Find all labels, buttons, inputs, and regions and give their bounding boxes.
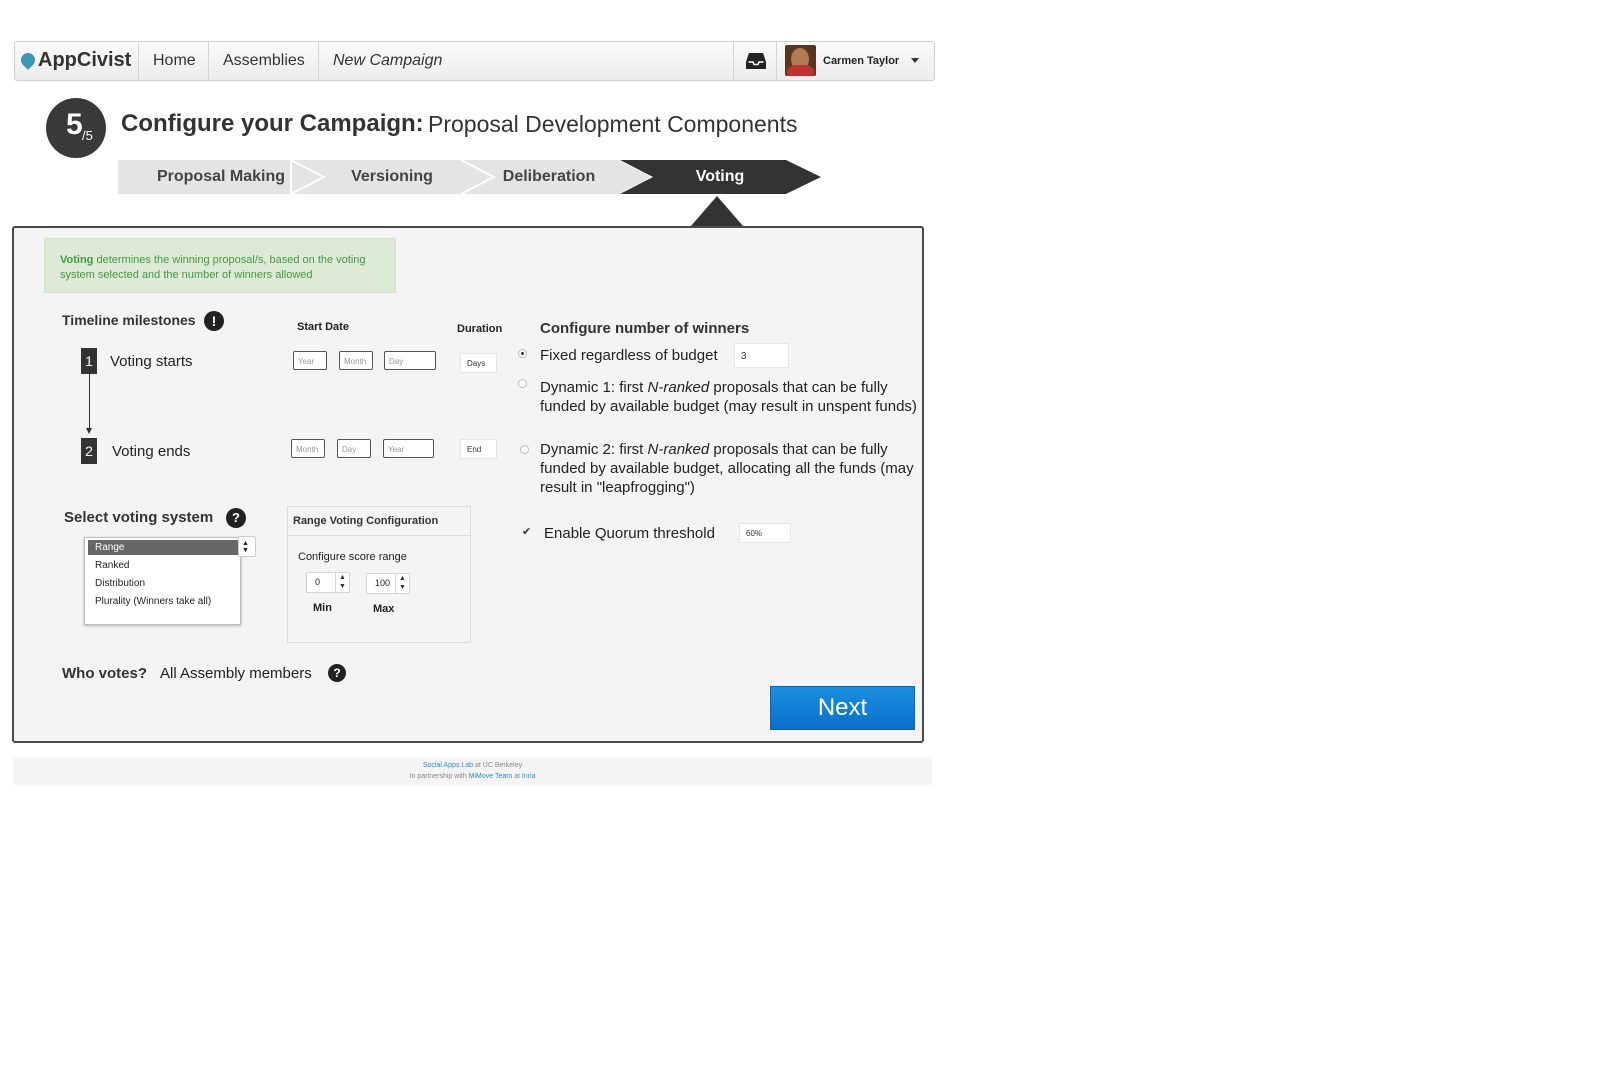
- max-score-value: 100: [375, 578, 391, 588]
- footer-team-link[interactable]: MiMove Team: [469, 773, 512, 780]
- option-plurality[interactable]: Plurality (Winners take all): [88, 594, 238, 609]
- stepper-arrows-icon[interactable]: ▲ ▼: [395, 574, 409, 593]
- info-bold: Voting: [60, 254, 94, 266]
- footer-lab-link[interactable]: Social Apps Lab: [423, 762, 473, 769]
- fixed-label: Fixed regardless of budget: [540, 347, 718, 364]
- dynamic-1-post: proposals that can be fully: [709, 379, 888, 396]
- start-day-input[interactable]: Day: [384, 351, 436, 370]
- voting-system-listbox[interactable]: Range Ranked Distribution Plurality (Win…: [84, 537, 241, 625]
- info-text: determines the winning proposal/s, based…: [60, 254, 366, 281]
- option-ranked[interactable]: Ranked: [88, 558, 238, 573]
- sort-icon: ▲ ▼: [242, 540, 249, 554]
- milestone-1-badge: 1: [81, 348, 97, 374]
- min-score-stepper[interactable]: 0 ▲ ▼: [306, 572, 350, 593]
- dynamic-2-text: Dynamic 2: first N-ranked proposals that…: [540, 440, 920, 497]
- dynamic-2-pre: Dynamic 2: first: [540, 441, 648, 458]
- step-voting[interactable]: Voting: [650, 160, 790, 194]
- end-year-input[interactable]: Year: [383, 439, 434, 458]
- range-config-title: Range Voting Configuration: [293, 515, 439, 527]
- dynamic-1-line2: funded by available budget (may result i…: [540, 398, 917, 415]
- inbox-button[interactable]: [733, 42, 776, 80]
- duration-days-input[interactable]: Days: [460, 353, 497, 373]
- end-day-input[interactable]: Day: [337, 439, 371, 458]
- info-box: Voting determines the winning proposal/s…: [44, 238, 396, 293]
- timeline-title: Timeline milestones: [62, 312, 196, 328]
- next-button[interactable]: Next: [770, 686, 915, 730]
- listbox-spinner[interactable]: ▲ ▼: [238, 536, 256, 557]
- milestone-1-label: Voting starts: [110, 353, 193, 370]
- step-indicator: 5 /5: [46, 98, 106, 158]
- milestone-2-label: Voting ends: [112, 443, 191, 460]
- quorum-label: Enable Quorum threshold: [544, 525, 715, 542]
- page-subtitle: Proposal Development Components: [428, 111, 798, 137]
- question-circle-icon[interactable]: ?: [328, 664, 346, 682]
- inbox-icon: [746, 53, 766, 69]
- max-score-stepper[interactable]: 100 ▲ ▼: [366, 573, 410, 594]
- dynamic-2-line2: funded by available budget, allocating a…: [540, 460, 914, 477]
- radio-dynamic-2[interactable]: [520, 445, 529, 454]
- step-proposal-making[interactable]: Proposal Making: [138, 160, 304, 194]
- question-circle-icon[interactable]: ?: [226, 508, 246, 528]
- fixed-winners-input[interactable]: 3: [734, 343, 789, 368]
- voting-system-title: Select voting system: [64, 509, 214, 526]
- max-label: Max: [373, 603, 395, 615]
- footer: Social Apps Lab at UC Berkeley In partne…: [13, 757, 932, 785]
- min-score-value: 0: [315, 577, 321, 587]
- dynamic-1-em: N-ranked: [647, 379, 710, 396]
- min-label: Min: [313, 602, 332, 614]
- step-number: 5: [66, 108, 83, 141]
- who-votes-label: Who votes?: [62, 665, 147, 682]
- duration-header: Duration: [457, 323, 503, 335]
- avatar: [785, 45, 816, 76]
- drop-icon: [18, 50, 38, 70]
- exclamation-circle-icon[interactable]: !: [204, 311, 224, 331]
- start-date-header: Start Date: [297, 321, 349, 333]
- step-total: /5: [82, 128, 93, 143]
- stepper-arrows-icon[interactable]: ▲ ▼: [335, 573, 349, 592]
- logo-text: AppCivist: [38, 49, 132, 71]
- option-range[interactable]: Range: [88, 540, 238, 555]
- footer-at-2: at: [512, 773, 522, 780]
- quorum-input[interactable]: 60%: [739, 523, 791, 543]
- range-config-subtitle: Configure score range: [298, 551, 407, 563]
- timeline-connector: [89, 374, 90, 430]
- who-votes-value: All Assembly members: [160, 665, 312, 682]
- footer-partner: In partnership with: [409, 773, 469, 780]
- dynamic-2-em: N-ranked: [647, 441, 710, 458]
- appcivist-logo[interactable]: AppCivist: [18, 42, 132, 80]
- start-year-input[interactable]: Year: [293, 351, 327, 370]
- page-title: Configure your Campaign:: [121, 110, 424, 137]
- radio-fixed[interactable]: [518, 349, 527, 358]
- arrow-down-icon: [86, 428, 92, 434]
- dynamic-1-text: Dynamic 1: first N-ranked proposals that…: [540, 378, 920, 416]
- dynamic-2-line3: result in "leapfrogging"): [540, 479, 695, 496]
- range-config-box: Range Voting Configuration Configure sco…: [287, 506, 471, 643]
- nav-assemblies[interactable]: Assemblies: [208, 42, 319, 80]
- footer-inria-link[interactable]: Inria: [522, 773, 536, 780]
- option-distribution[interactable]: Distribution: [88, 576, 238, 591]
- step-versioning[interactable]: Versioning: [318, 160, 466, 194]
- top-nav: AppCivist Home Assemblies New Campaign C…: [14, 41, 935, 81]
- milestone-2-badge: 2: [81, 438, 97, 464]
- start-month-input[interactable]: Month: [339, 351, 373, 370]
- user-menu[interactable]: Carmen Taylor: [776, 42, 934, 80]
- nav-home[interactable]: Home: [138, 42, 210, 80]
- footer-at-1: at UC Berkeley: [473, 762, 523, 769]
- user-name: Carmen Taylor: [823, 55, 900, 67]
- radio-dynamic-1[interactable]: [518, 379, 527, 388]
- active-step-pointer: [691, 196, 743, 226]
- dynamic-2-post: proposals that can be fully: [709, 441, 888, 458]
- end-month-input[interactable]: Month: [291, 439, 325, 458]
- winners-title: Configure number of winners: [540, 320, 750, 337]
- step-deliberation[interactable]: Deliberation: [480, 160, 618, 194]
- caret-down-icon: [911, 58, 919, 63]
- dynamic-1-pre: Dynamic 1: first: [540, 379, 648, 396]
- nav-current-page: New Campaign: [318, 42, 734, 80]
- quorum-checkbox[interactable]: ✔: [522, 527, 533, 538]
- duration-end-input[interactable]: End: [460, 439, 497, 459]
